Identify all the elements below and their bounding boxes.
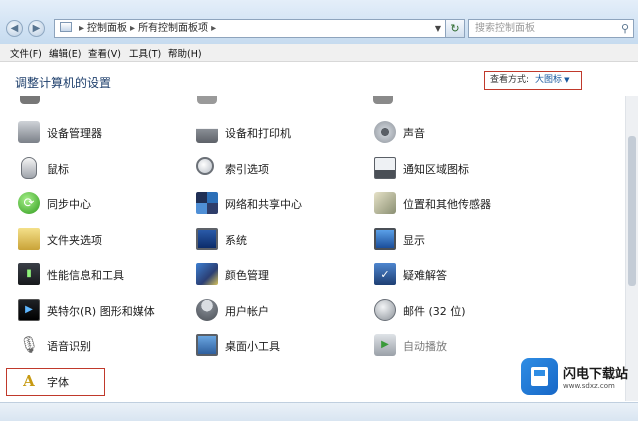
folder-icon bbox=[18, 228, 40, 250]
view-by-selector[interactable]: 查看方式: 大图标 ▼ bbox=[484, 71, 582, 90]
search-input[interactable]: 搜索控制面板 ⚲ bbox=[468, 19, 634, 38]
menu-help[interactable]: 帮助(H) bbox=[168, 46, 202, 60]
mail-icon bbox=[374, 299, 396, 321]
intel-graphics-icon: ▶ bbox=[18, 299, 40, 321]
indexing-icon bbox=[196, 157, 214, 175]
item-label: 通知区域图标 bbox=[403, 163, 469, 176]
item-label: 疑难解答 bbox=[403, 269, 447, 282]
color-icon bbox=[196, 263, 218, 285]
item-label: 系统 bbox=[225, 234, 247, 247]
breadcrumb-arrow-icon: ▸ bbox=[79, 23, 85, 34]
chevron-down-icon[interactable]: ▼ bbox=[564, 76, 569, 84]
menu-view[interactable]: 查看(V) bbox=[88, 46, 121, 60]
item-label: 鼠标 bbox=[47, 163, 69, 176]
speaker-icon bbox=[374, 121, 396, 143]
autoplay-icon: ▶ bbox=[374, 334, 396, 356]
back-button[interactable]: ◀ bbox=[6, 20, 23, 37]
item-label: 同步中心 bbox=[47, 198, 91, 211]
computer-icon bbox=[196, 228, 218, 250]
item-label: 设备管理器 bbox=[47, 127, 102, 140]
vertical-scrollbar[interactable] bbox=[625, 96, 638, 401]
address-bar[interactable]: ▸ 控制面板 ▸ 所有控制面板项 ▸ ▼ bbox=[54, 19, 446, 38]
gadgets-icon bbox=[196, 334, 218, 356]
breadcrumb-control-panel[interactable]: 控制面板 bbox=[87, 23, 127, 34]
bottom-frame bbox=[0, 402, 638, 421]
item-label: 性能信息和工具 bbox=[47, 269, 124, 282]
watermark-title: 闪电下载站 bbox=[563, 367, 629, 382]
view-by-value[interactable]: 大图标 bbox=[535, 75, 562, 85]
watermark-url: www.sdxz.com bbox=[563, 382, 615, 390]
network-icon bbox=[196, 192, 218, 214]
item-label: 邮件 (32 位) bbox=[403, 305, 466, 318]
breadcrumb-all-items[interactable]: 所有控制面板项 bbox=[138, 23, 208, 34]
users-icon bbox=[196, 299, 218, 321]
control-panel-icon bbox=[60, 22, 72, 32]
printer-icon bbox=[196, 121, 218, 143]
item-label: 索引选项 bbox=[225, 163, 269, 176]
item-label: 文件夹选项 bbox=[47, 234, 102, 247]
forward-button[interactable]: ▶ bbox=[28, 20, 45, 37]
menu-bar: 文件(F) 编辑(E) 查看(V) 工具(T) 帮助(H) bbox=[0, 44, 638, 62]
fonts-highlight-box bbox=[6, 368, 105, 396]
search-placeholder: 搜索控制面板 bbox=[475, 23, 535, 34]
sensor-icon bbox=[374, 192, 396, 214]
items-panel: 设备管理器 设备和打印机 声音 鼠标 索引选项 通知区域图标 ⟳ 同步中心 网络… bbox=[0, 96, 625, 401]
search-icon[interactable]: ⚲ bbox=[621, 20, 629, 37]
control-panel-window: ◀ ▶ ▸ 控制面板 ▸ 所有控制面板项 ▸ ▼ ↻ 搜索控制面板 ⚲ 文件(F) 编辑… bbox=[0, 0, 638, 421]
item-label: 用户帐户 bbox=[225, 305, 269, 318]
item-label: 网络和共享中心 bbox=[225, 198, 302, 211]
item-label: 语音识别 bbox=[47, 340, 91, 353]
breadcrumb-arrow-icon: ▸ bbox=[130, 23, 136, 34]
troubleshoot-icon: ✓ bbox=[374, 263, 396, 285]
item-label: 桌面小工具 bbox=[225, 340, 280, 353]
item-label: 英特尔(R) 图形和媒体 bbox=[47, 305, 155, 318]
watermark-logo-icon bbox=[521, 358, 558, 395]
menu-file[interactable]: 文件(F) bbox=[10, 46, 42, 60]
menu-edit[interactable]: 编辑(E) bbox=[49, 46, 81, 60]
display-icon bbox=[374, 228, 396, 250]
sync-icon: ⟳ bbox=[18, 192, 40, 214]
item-label: 位置和其他传感器 bbox=[403, 198, 491, 211]
breadcrumb-arrow-icon: ▸ bbox=[211, 23, 217, 34]
refresh-button[interactable]: ↻ bbox=[446, 19, 465, 38]
item-label: 设备和打印机 bbox=[225, 127, 291, 140]
menu-tools[interactable]: 工具(T) bbox=[129, 46, 161, 60]
mouse-icon bbox=[21, 157, 37, 179]
item-label: 显示 bbox=[403, 234, 425, 247]
item-label: 声音 bbox=[403, 127, 425, 140]
item-label: 自动播放 bbox=[403, 340, 447, 353]
address-dropdown-icon[interactable]: ▼ bbox=[435, 20, 441, 37]
microphone-icon: 🎙 bbox=[18, 335, 40, 354]
performance-icon: ▮ bbox=[18, 263, 40, 285]
view-by-label: 查看方式: bbox=[490, 75, 530, 85]
device-manager-icon bbox=[18, 121, 40, 143]
item-label: 颜色管理 bbox=[225, 269, 269, 282]
page-title: 调整计算机的设置 bbox=[15, 76, 112, 90]
scrollbar-thumb[interactable] bbox=[628, 136, 636, 286]
title-bar: ◀ ▶ ▸ 控制面板 ▸ 所有控制面板项 ▸ ▼ ↻ 搜索控制面板 ⚲ bbox=[0, 0, 638, 45]
notification-icon bbox=[374, 157, 396, 179]
